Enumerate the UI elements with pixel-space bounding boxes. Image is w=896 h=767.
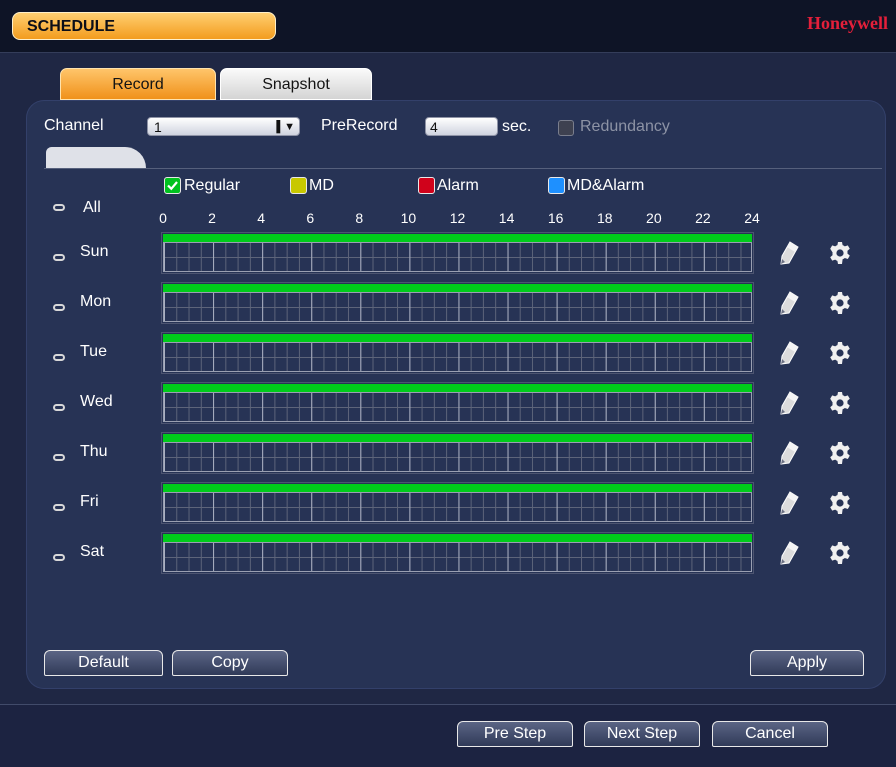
- pre-step-button[interactable]: Pre Step: [457, 721, 573, 747]
- regular-period-bar: [163, 334, 752, 342]
- redundancy-label: Redundancy: [580, 118, 670, 135]
- all-label: All: [83, 199, 101, 216]
- legend-alarm-label: Alarm: [437, 177, 479, 194]
- schedule-grid: [163, 242, 752, 272]
- schedule-grid: [163, 542, 752, 572]
- channel-label: Channel: [44, 117, 104, 134]
- gear-icon[interactable]: [828, 491, 852, 520]
- day-radio-wed[interactable]: [53, 404, 65, 411]
- day-radio-fri[interactable]: [53, 504, 65, 511]
- legend-regular-label: Regular: [184, 177, 241, 194]
- regular-period-bar: [163, 434, 752, 442]
- day-label-thu: Thu: [80, 443, 108, 460]
- schedule-bar-sat[interactable]: [161, 532, 754, 574]
- redundancy-checkbox[interactable]: [558, 120, 574, 136]
- regular-period-bar: [163, 284, 752, 292]
- regular-period-bar: [163, 384, 752, 392]
- window-title: SCHEDULE: [12, 12, 276, 40]
- hour-tick: 10: [400, 210, 417, 226]
- pencil-icon[interactable]: [778, 291, 800, 315]
- hour-tick: 0: [159, 210, 167, 226]
- subtab-blank[interactable]: [46, 147, 146, 168]
- regular-period-bar: [163, 234, 752, 242]
- tab-record[interactable]: Record: [60, 68, 216, 100]
- pencil-icon[interactable]: [778, 341, 800, 365]
- day-label-wed: Wed: [80, 393, 113, 410]
- prerecord-input[interactable]: 4: [425, 117, 498, 136]
- hour-tick: 12: [449, 210, 466, 226]
- legend-mdalarm-checkbox[interactable]: [548, 177, 565, 194]
- hour-tick: 4: [257, 210, 266, 226]
- schedule-bar-sun[interactable]: [161, 232, 754, 274]
- hour-tick: 14: [498, 210, 515, 226]
- divider: [44, 168, 882, 169]
- day-radio-thu[interactable]: [53, 454, 65, 461]
- day-radio-sun[interactable]: [53, 254, 65, 261]
- gear-icon[interactable]: [828, 291, 852, 320]
- title-bar: SCHEDULE Honeywell: [0, 0, 896, 53]
- schedule-grid: [163, 292, 752, 322]
- schedule-bar-fri[interactable]: [161, 482, 754, 524]
- hour-tick: 16: [547, 210, 564, 226]
- gear-icon[interactable]: [828, 541, 852, 570]
- cancel-button[interactable]: Cancel: [712, 721, 828, 747]
- legend-regular-checkbox[interactable]: [164, 177, 181, 194]
- tab-snapshot[interactable]: Snapshot: [220, 68, 372, 100]
- regular-period-bar: [163, 534, 752, 542]
- hour-tick: 18: [596, 210, 613, 226]
- hour-tick: 2: [208, 210, 216, 226]
- schedule-grid: [163, 342, 752, 372]
- hour-tick: 20: [646, 210, 662, 226]
- pencil-icon[interactable]: [778, 541, 800, 565]
- hour-tick: 6: [306, 210, 315, 226]
- legend-md-checkbox[interactable]: [290, 177, 307, 194]
- copy-button[interactable]: Copy: [172, 650, 288, 676]
- schedule-bar-mon[interactable]: [161, 282, 754, 324]
- day-radio-mon[interactable]: [53, 304, 65, 311]
- chevron-down-icon: ▌▼: [276, 121, 295, 133]
- check-icon: [167, 181, 178, 191]
- legend-alarm-checkbox[interactable]: [418, 177, 435, 194]
- brand-logo: Honeywell: [807, 13, 888, 33]
- hour-tick: 8: [355, 210, 364, 226]
- gear-icon[interactable]: [828, 391, 852, 420]
- channel-value: 1: [154, 119, 162, 135]
- gear-icon[interactable]: [828, 341, 852, 370]
- regular-period-bar: [163, 484, 752, 492]
- schedule-bar-wed[interactable]: [161, 382, 754, 424]
- hour-tick: 24: [744, 210, 760, 226]
- day-label-mon: Mon: [80, 293, 112, 310]
- day-radio-tue[interactable]: [53, 354, 65, 361]
- legend-mdalarm-label: MD&Alarm: [567, 177, 645, 194]
- schedule-grid: [163, 392, 752, 422]
- gear-icon[interactable]: [828, 241, 852, 270]
- pencil-icon[interactable]: [778, 241, 800, 265]
- default-button[interactable]: Default: [44, 650, 163, 676]
- all-radio[interactable]: [53, 204, 65, 211]
- day-radio-sat[interactable]: [53, 554, 65, 561]
- prerecord-unit: sec.: [502, 118, 532, 135]
- day-label-sat: Sat: [80, 543, 105, 560]
- day-label-fri: Fri: [80, 493, 99, 510]
- schedule-bar-tue[interactable]: [161, 332, 754, 374]
- day-label-tue: Tue: [80, 343, 107, 360]
- schedule-grid: [163, 442, 752, 472]
- hour-tick: 22: [695, 210, 711, 226]
- schedule-grid: [163, 492, 752, 522]
- day-label-sun: Sun: [80, 243, 109, 260]
- next-step-button[interactable]: Next Step: [584, 721, 700, 747]
- channel-select[interactable]: 1 ▌▼: [147, 117, 300, 136]
- pencil-icon[interactable]: [778, 491, 800, 515]
- pencil-icon[interactable]: [778, 441, 800, 465]
- prerecord-label: PreRecord: [321, 117, 398, 134]
- gear-icon[interactable]: [828, 441, 852, 470]
- legend-md-label: MD: [309, 177, 334, 194]
- apply-button[interactable]: Apply: [750, 650, 864, 676]
- pencil-icon[interactable]: [778, 391, 800, 415]
- schedule-bar-thu[interactable]: [161, 432, 754, 474]
